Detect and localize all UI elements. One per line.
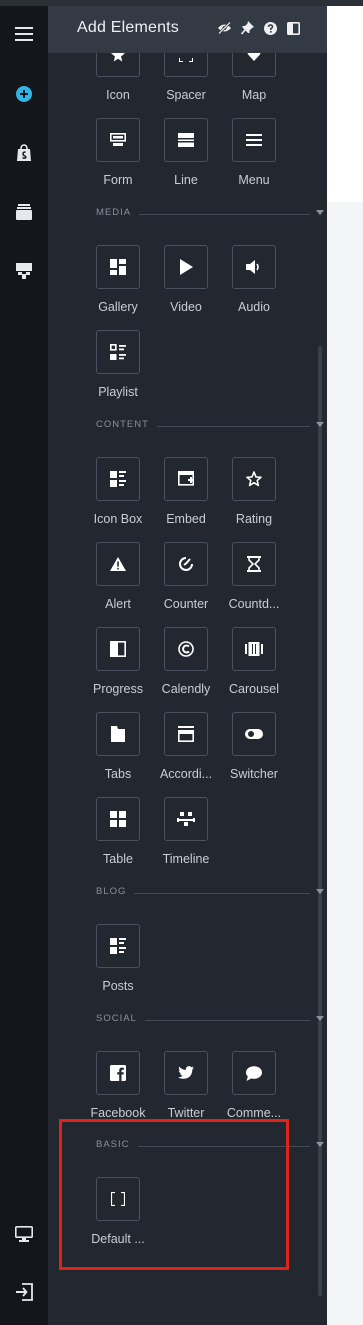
element-label: Map — [241, 88, 267, 102]
element-audio[interactable]: Audio — [220, 245, 288, 323]
element-switcher[interactable]: Switcher — [220, 712, 288, 790]
element-tabs[interactable]: Tabs — [84, 712, 152, 790]
element-label: Spacer — [166, 88, 206, 102]
section-blog: BLOG — [96, 886, 324, 900]
exit-icon[interactable] — [0, 1272, 48, 1312]
canvas-background — [327, 202, 363, 1325]
element-video[interactable]: Video — [152, 245, 220, 323]
element-label: Switcher — [230, 767, 278, 781]
element-calendly[interactable]: Calendly — [152, 627, 220, 705]
element-label: Posts — [102, 979, 134, 993]
chevron-down-icon[interactable] — [316, 210, 324, 215]
element-gallery[interactable]: Gallery — [84, 245, 152, 323]
element-carousel[interactable]: Carousel — [220, 627, 288, 705]
element-icon-box[interactable]: Icon Box — [84, 457, 152, 535]
element-countdown[interactable]: Countd... — [220, 542, 288, 620]
section-content: CONTENT — [96, 419, 324, 433]
element-timeline[interactable]: Timeline — [152, 797, 220, 875]
element-rating[interactable]: Rating — [220, 457, 288, 535]
element-label: Countd... — [228, 597, 280, 611]
pin-icon[interactable] — [239, 20, 255, 36]
element-default[interactable]: Default ... — [84, 1177, 152, 1255]
section-title: BLOG — [96, 886, 135, 897]
element-label: Default ... — [91, 1232, 145, 1246]
section-title: BASIC — [96, 1139, 138, 1150]
menu-icon[interactable] — [0, 14, 48, 54]
section-title: SOCIAL — [96, 1013, 145, 1024]
chevron-down-icon[interactable] — [316, 422, 324, 427]
element-label: Tabs — [104, 767, 132, 781]
element-label: Gallery — [98, 300, 138, 314]
element-label: Accordi... — [159, 767, 213, 781]
element-label: Table — [103, 852, 133, 866]
element-label: Form — [103, 173, 133, 187]
element-comments[interactable]: Comme... — [220, 1051, 288, 1129]
element-facebook[interactable]: Facebook — [84, 1051, 152, 1129]
element-label: Embed — [166, 512, 206, 526]
section-media: MEDIA — [96, 207, 324, 221]
panel-title: Add Elements — [77, 19, 180, 36]
element-label: Menu — [238, 173, 270, 187]
element-label: Twitter — [167, 1106, 205, 1120]
section-title: MEDIA — [96, 207, 140, 218]
element-label: Counter — [163, 597, 209, 611]
left-rail — [0, 6, 48, 1325]
element-label: Video — [170, 300, 202, 314]
element-menu[interactable]: Menu — [220, 118, 288, 196]
add-elements-panel: Add Elements Icon Spacer Map Form Line M… — [48, 6, 327, 1325]
element-label: Rating — [235, 512, 273, 526]
element-label: Audio — [238, 300, 270, 314]
section-basic: BASIC — [96, 1139, 324, 1153]
element-label: Icon — [106, 88, 130, 102]
element-label: Icon Box — [93, 512, 143, 526]
shopify-icon[interactable] — [0, 133, 48, 173]
section-title: CONTENT — [96, 419, 157, 430]
element-label: Carousel — [228, 682, 280, 696]
element-label: Progress — [92, 682, 144, 696]
element-twitter[interactable]: Twitter — [152, 1051, 220, 1129]
element-label: Comme... — [226, 1106, 282, 1120]
element-table[interactable]: Table — [84, 797, 152, 875]
canvas-area — [327, 6, 363, 202]
element-alert[interactable]: Alert — [84, 542, 152, 620]
element-playlist[interactable]: Playlist — [84, 330, 152, 408]
add-elements-icon[interactable] — [0, 74, 48, 114]
element-counter[interactable]: Counter — [152, 542, 220, 620]
element-label: Timeline — [162, 852, 210, 866]
element-line[interactable]: Line — [152, 118, 220, 196]
sidebar-layout-icon[interactable] — [285, 20, 301, 36]
element-posts[interactable]: Posts — [84, 924, 152, 1002]
element-embed[interactable]: Embed — [152, 457, 220, 535]
chevron-down-icon[interactable] — [316, 889, 324, 894]
element-accordion[interactable]: Accordi... — [152, 712, 220, 790]
chevron-down-icon[interactable] — [316, 1016, 324, 1021]
panel-scrollbar[interactable] — [318, 346, 322, 1296]
eye-off-icon[interactable] — [216, 20, 232, 36]
chevron-down-icon[interactable] — [316, 1142, 324, 1147]
element-label: Calendly — [161, 682, 211, 696]
help-icon[interactable] — [262, 20, 278, 36]
panel-header: Add Elements — [48, 6, 327, 53]
element-label: Playlist — [98, 385, 138, 399]
layers-icon[interactable] — [0, 192, 48, 232]
element-form[interactable]: Form — [84, 118, 152, 196]
element-label: Line — [174, 173, 198, 187]
element-progress[interactable]: Progress — [84, 627, 152, 705]
element-label: Alert — [105, 597, 131, 611]
element-label: Facebook — [90, 1106, 146, 1120]
desktop-icon[interactable] — [0, 1214, 48, 1254]
section-social: SOCIAL — [96, 1013, 324, 1027]
layout-icon[interactable] — [0, 251, 48, 291]
